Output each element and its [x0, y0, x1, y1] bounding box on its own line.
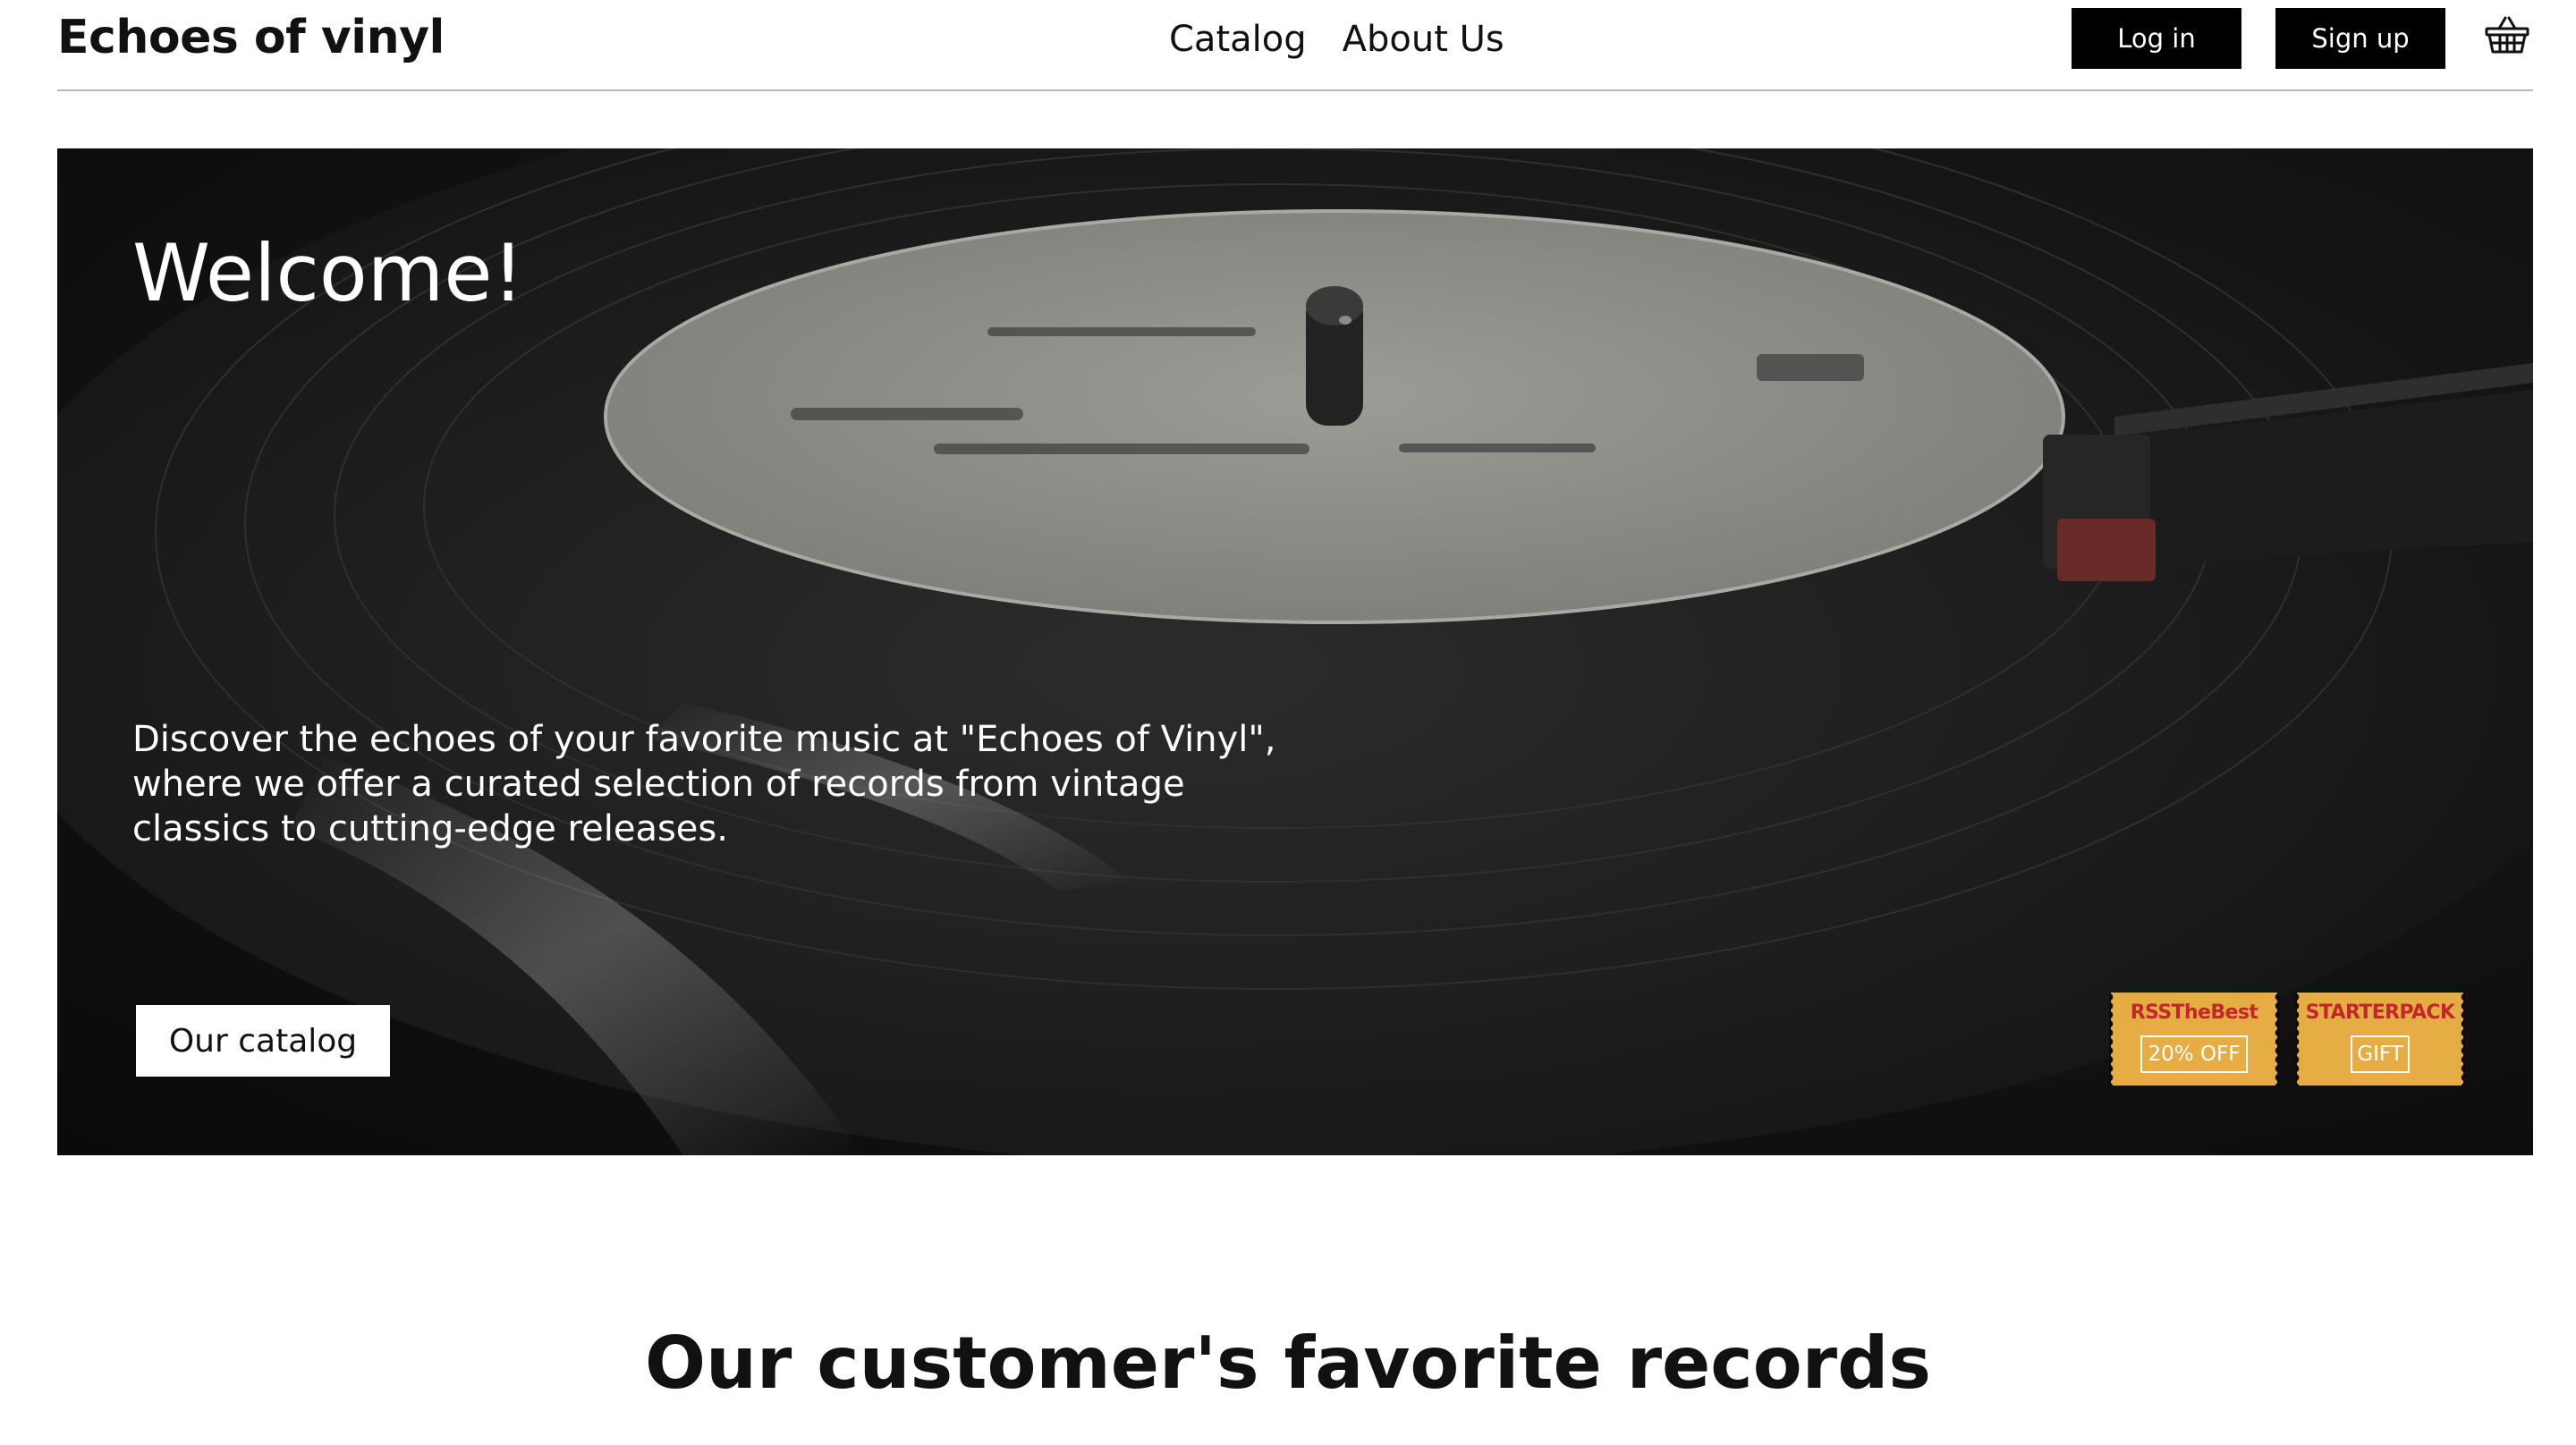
main-nav: Catalog About Us [1169, 7, 1504, 72]
site-header: Echoes of vinyl Catalog About Us Log in … [57, 0, 2533, 91]
site-logo[interactable]: Echoes of vinyl [57, 5, 445, 70]
coupon-code: RSSTheBest [2130, 1001, 2258, 1024]
nav-about-us[interactable]: About Us [1343, 7, 1504, 72]
coupon-code: STARTERPACK [2305, 1001, 2455, 1024]
login-button[interactable]: Log in [2072, 8, 2241, 69]
signup-button[interactable]: Sign up [2275, 8, 2445, 69]
our-catalog-button[interactable]: Our catalog [136, 1005, 390, 1077]
section-title: Our customer's favorite records [644, 1322, 1932, 1405]
coupon-offer: 20% OFF [2140, 1035, 2248, 1073]
coupon-starterpack[interactable]: STARTERPACK GIFT [2295, 993, 2465, 1086]
hero-banner: Welcome! Discover the echoes of your fav… [57, 148, 2533, 1155]
coupon-rssthebest[interactable]: RSSTheBest 20% OFF [2109, 993, 2279, 1086]
hero-description: Discover the echoes of your favorite mus… [132, 719, 1276, 849]
nav-catalog[interactable]: Catalog [1169, 7, 1307, 72]
coupon-offer: GIFT [2351, 1035, 2410, 1073]
hero-title: Welcome! [132, 227, 524, 319]
basket-icon[interactable] [2484, 14, 2530, 55]
